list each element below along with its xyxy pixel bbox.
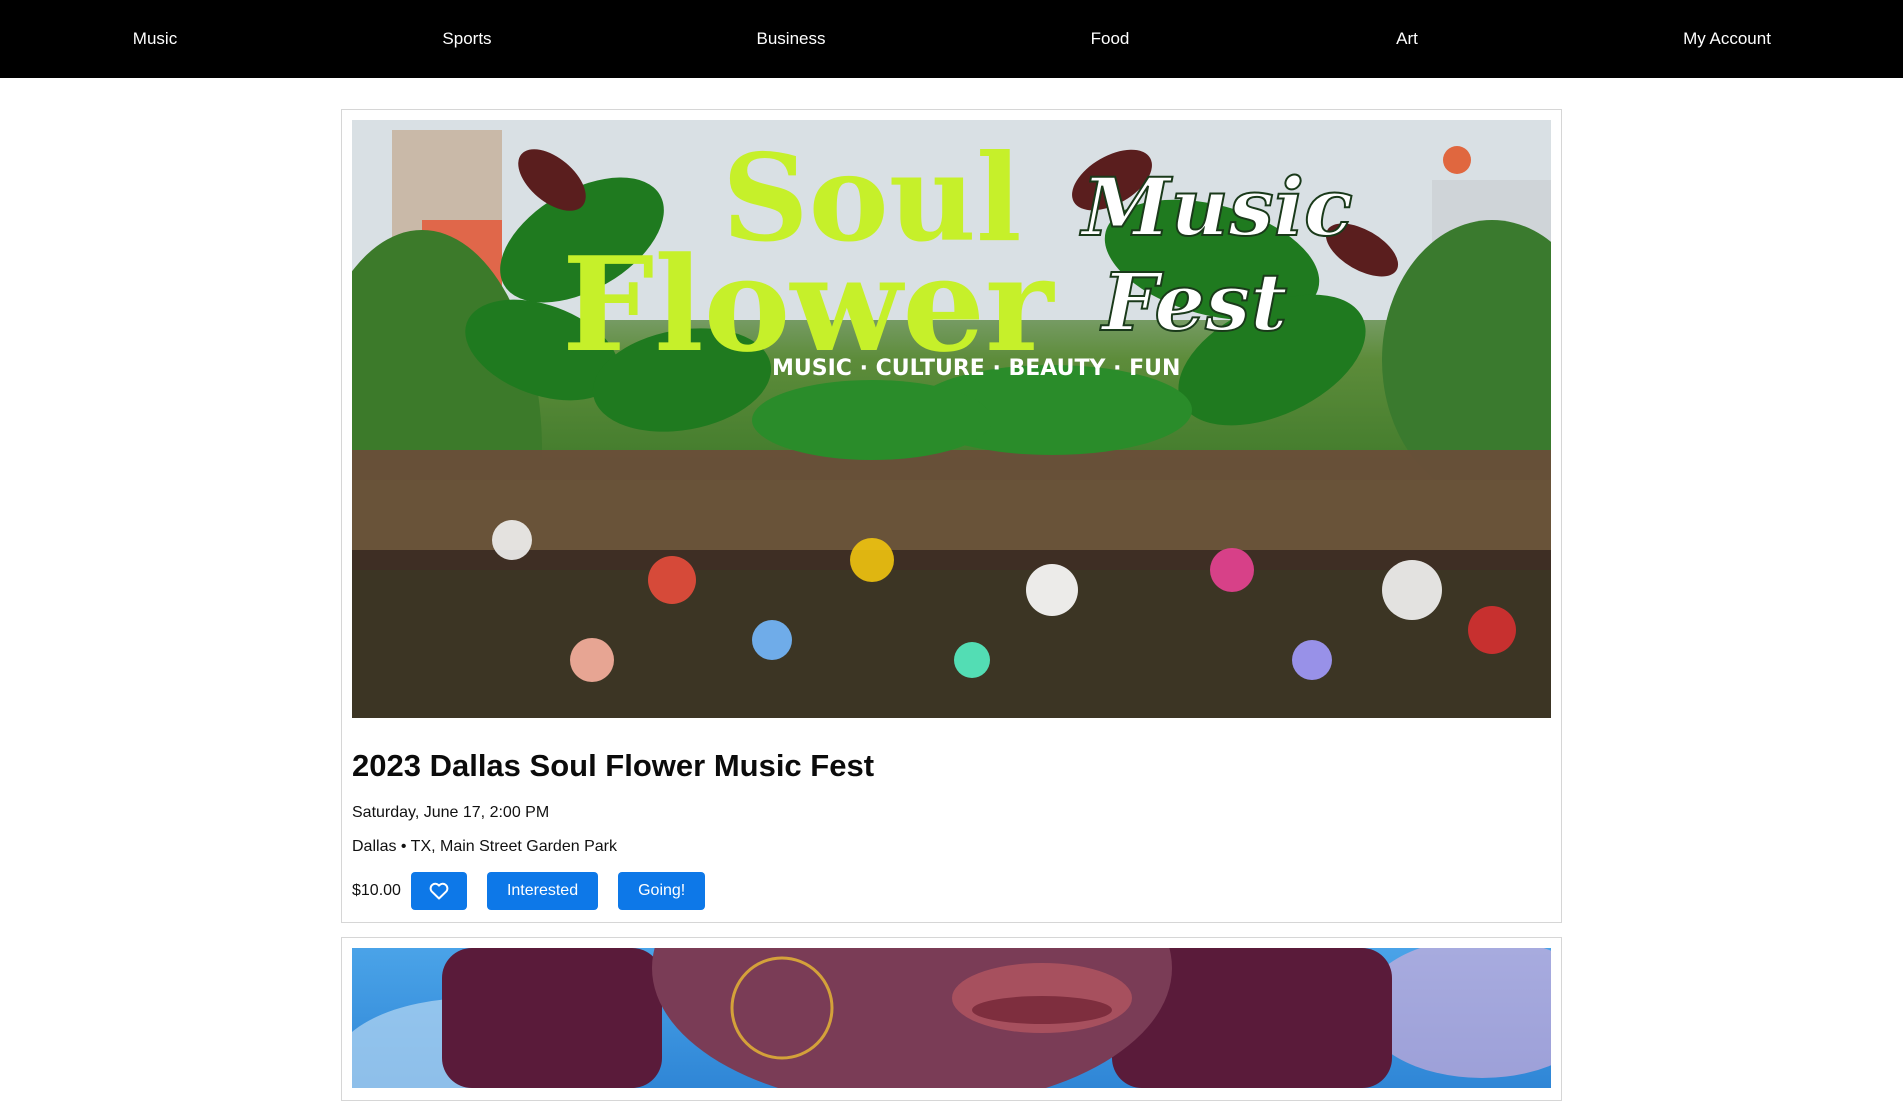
- nav-music[interactable]: Music: [133, 0, 177, 78]
- event-card: [341, 937, 1562, 1101]
- nav-my-account[interactable]: My Account: [1683, 0, 1771, 78]
- going-button[interactable]: Going!: [618, 872, 706, 910]
- heart-icon: [429, 882, 449, 900]
- event-feed: Soul Flower Music Fest MUSIC · CULTURE ·…: [341, 109, 1562, 1115]
- nav-art[interactable]: Art: [1396, 0, 1418, 78]
- interested-button[interactable]: Interested: [486, 872, 599, 910]
- event-location: Dallas • TX, Main Street Garden Park: [352, 838, 617, 855]
- nav-sports[interactable]: Sports: [442, 0, 491, 78]
- nav-food[interactable]: Food: [1091, 0, 1130, 78]
- favorite-button[interactable]: [410, 872, 467, 910]
- event-image[interactable]: [352, 948, 1551, 1088]
- banner-tagline: MUSIC · CULTURE · BEAUTY · FUN: [772, 356, 1180, 381]
- event-image-graphic: [352, 948, 1551, 1088]
- banner-script-line1: Music: [1079, 160, 1353, 254]
- event-card: Soul Flower Music Fest MUSIC · CULTURE ·…: [341, 109, 1562, 923]
- event-banner-graphic: Soul Flower Music Fest MUSIC · CULTURE ·…: [352, 120, 1551, 718]
- top-navigation: Music Sports Business Food Art My Accoun…: [0, 0, 1903, 78]
- event-image[interactable]: Soul Flower Music Fest MUSIC · CULTURE ·…: [352, 120, 1551, 718]
- event-actions: $10.00 Interested Going!: [352, 872, 1551, 910]
- banner-script-line2: Fest: [1100, 255, 1287, 349]
- event-title[interactable]: 2023 Dallas Soul Flower Music Fest: [352, 748, 1551, 784]
- event-datetime: Saturday, June 17, 2:00 PM: [352, 804, 550, 821]
- event-price: $10.00: [352, 882, 401, 899]
- nav-business[interactable]: Business: [757, 0, 826, 78]
